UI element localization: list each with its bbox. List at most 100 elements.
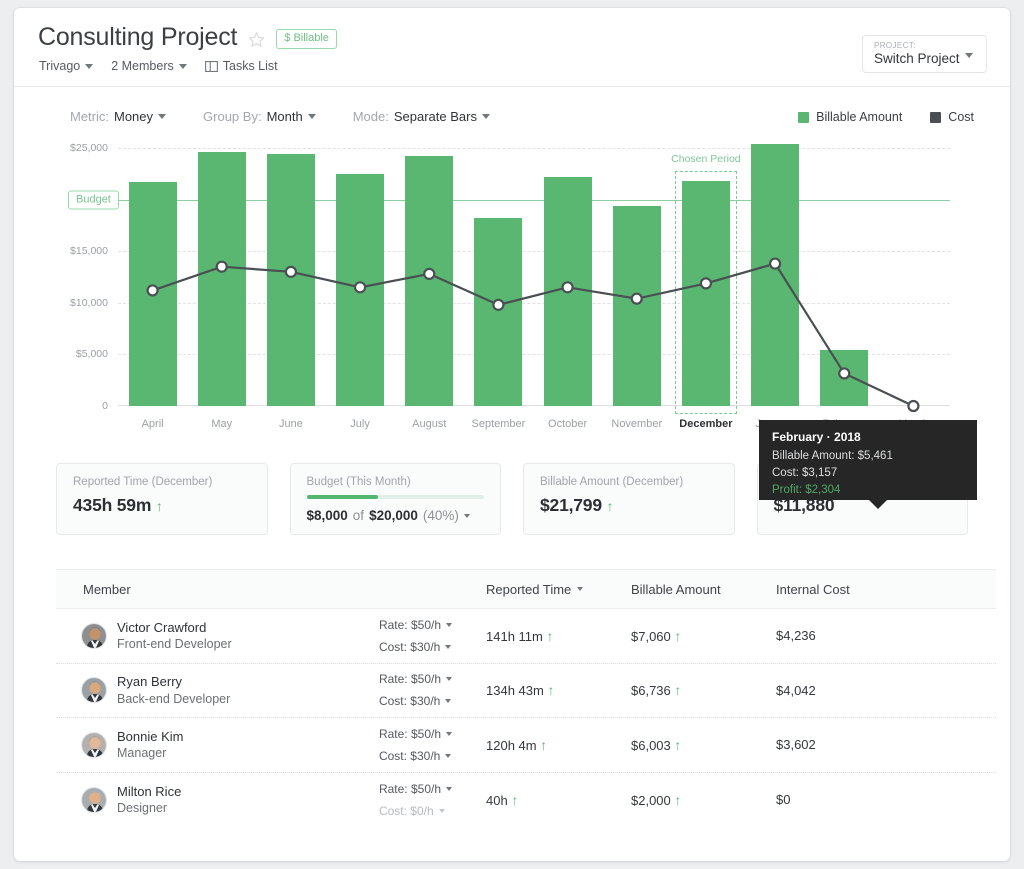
client-label: Trivago: [39, 59, 81, 73]
switch-project-button[interactable]: PROJECT: Switch Project: [862, 35, 987, 73]
cost-line-point[interactable]: [353, 281, 367, 294]
avatar[interactable]: [81, 731, 107, 758]
client-dropdown[interactable]: Trivago: [39, 59, 94, 73]
mode-dropdown[interactable]: Mode: Separate Bars: [353, 109, 490, 124]
cost-line-point[interactable]: [699, 277, 713, 290]
trend-up-icon: ↑: [155, 498, 163, 514]
avatar[interactable]: [81, 677, 107, 704]
kpi-label: Billable Amount (December): [540, 476, 684, 488]
members-dropdown[interactable]: 2 Members: [111, 59, 187, 73]
cell-billable-amount-value: $7,060: [631, 628, 671, 644]
table-body: Victor Crawford Front-end Developer Rate: …: [56, 609, 996, 827]
chart-controls: Metric: Money Group By: Month Mode: Sepa…: [70, 109, 490, 124]
tooltip-profit: Profit: $2,304: [772, 484, 841, 496]
cell-reported-time-value: 40h: [486, 792, 508, 808]
cell-reported-time: 134h 43m ↑: [486, 682, 631, 698]
y-axis-tick-label: $5,000: [75, 348, 108, 361]
cost-line-point[interactable]: [215, 260, 228, 273]
cost-line-point[interactable]: [423, 267, 436, 281]
member-identity: Victor Crawford Front-end Developer: [117, 619, 232, 653]
cost-line-point[interactable]: [284, 265, 298, 278]
chart-plot[interactable]: 0 $5,000 $10,000 $15,000 $25,000 Budget April M…: [68, 142, 950, 430]
rate-dropdown[interactable]: Rate: $50/h: [379, 668, 452, 690]
table-row[interactable]: Milton Rice Designer Rate: $50/h Cost: $0/h…: [56, 773, 996, 828]
column-header-internal-cost[interactable]: Internal Cost: [776, 582, 956, 597]
legend-item-cost[interactable]: Cost: [930, 110, 974, 124]
cost-line-point[interactable]: [492, 298, 505, 311]
x-axis-tick-label[interactable]: August: [412, 418, 446, 430]
kpi-value-text: $21,799: [540, 495, 602, 515]
cell-billable-amount: $6,003 ↑: [631, 737, 776, 753]
trend-up-icon: ↑: [540, 736, 548, 753]
billable-badge: $ Billable: [276, 29, 337, 49]
x-axis-tick-label[interactable]: December: [679, 418, 732, 430]
project-meta-row: Trivago 2 Members Tasks List: [39, 59, 278, 73]
rate-dropdown[interactable]: Rate: $50/h: [379, 723, 452, 745]
table-row[interactable]: Bonnie Kim Manager Rate: $50/h Cost: $30/h 1…: [56, 718, 996, 773]
kpi-value-text: 435h 59m: [73, 495, 152, 515]
cell-billable-amount-value: $2,000: [631, 792, 671, 808]
rate-label: Rate: $50/h: [378, 672, 441, 687]
x-axis-tick-label[interactable]: July: [350, 418, 370, 430]
cell-internal-cost-value: $4,236: [776, 628, 816, 644]
tasks-list-link[interactable]: Tasks List: [204, 59, 278, 73]
budget-total: $20,000: [369, 508, 418, 523]
rate-dropdown[interactable]: Rate: $50/h: [379, 778, 452, 800]
table-row[interactable]: Victor Crawford Front-end Developer Rate: …: [56, 609, 996, 664]
cost-rate-label: Cost: $30/h: [378, 639, 441, 654]
cell-billable-amount: $2,000 ↑: [631, 792, 776, 808]
cell-reported-time: 40h ↑: [486, 792, 631, 808]
member-role: Back-end Developer: [117, 691, 231, 706]
cost-line-point[interactable]: [146, 284, 159, 297]
cell-internal-cost: $3,602: [776, 737, 956, 752]
x-axis-tick-label[interactable]: June: [279, 418, 303, 430]
x-axis-tick-label[interactable]: September: [472, 418, 526, 430]
y-axis-tick-label: $25,000: [70, 142, 108, 154]
member-role: Manager: [117, 746, 167, 761]
app-root: Consulting Project $ Billable Trivago 2 …: [0, 0, 1024, 869]
member-name[interactable]: Bonnie Kim: [117, 728, 183, 746]
x-axis-tick-label[interactable]: May: [211, 418, 232, 430]
avatar[interactable]: [81, 622, 107, 649]
tooltip-billable: Billable Amount: $5,461: [772, 450, 893, 462]
group-by-dropdown[interactable]: Group By: Month: [203, 109, 316, 124]
chart-toolbar: Metric: Money Group By: Month Mode: Sepa…: [14, 103, 1010, 141]
cost-line-point[interactable]: [630, 292, 643, 305]
avatar[interactable]: [81, 786, 107, 813]
member-name[interactable]: Ryan Berry: [117, 673, 230, 691]
cost-rate-dropdown[interactable]: Cost: $30/h: [379, 636, 452, 658]
chart-tooltip: February · 2018 Billable Amount: $5,461 …: [759, 420, 977, 509]
cost-line-point[interactable]: [768, 257, 782, 270]
legend-item-billable[interactable]: Billable Amount: [798, 110, 902, 124]
member-cell: Bonnie Kim Manager Rate: $50/h Cost: $30/h: [56, 723, 486, 767]
column-header-billable-amount[interactable]: Billable Amount: [631, 582, 776, 597]
member-name[interactable]: Milton Rice: [117, 783, 181, 801]
metric-dropdown[interactable]: Metric: Money: [70, 109, 167, 124]
kpi-label: Budget (This Month): [306, 476, 411, 488]
x-axis-tick-label[interactable]: April: [142, 418, 164, 430]
rate-dropdown[interactable]: Rate: $50/h: [379, 614, 452, 636]
cost-rate-dropdown[interactable]: Cost: $0/h: [379, 800, 452, 822]
star-outline-icon[interactable]: [248, 28, 265, 48]
kpi-label: Reported Time (December): [73, 476, 213, 488]
tooltip-cost: Cost: $3,157: [772, 467, 838, 479]
cost-line-point[interactable]: [838, 367, 851, 380]
tasks-list-label: Tasks List: [222, 59, 278, 73]
member-name[interactable]: Victor Crawford: [117, 619, 232, 637]
table-row[interactable]: Ryan Berry Back-end Developer Rate: $50/h C…: [56, 664, 996, 718]
column-header-reported-time-label: Reported Time: [486, 581, 572, 597]
cost-rate-dropdown[interactable]: Cost: $30/h: [379, 690, 452, 712]
cost-line-point[interactable]: [561, 281, 574, 294]
cost-rate-dropdown[interactable]: Cost: $30/h: [379, 745, 452, 767]
budget-value-dropdown[interactable]: $8,000 of $20,000 (40%): [307, 508, 485, 523]
cell-reported-time-value: 134h 43m: [486, 683, 544, 699]
x-axis-tick-label[interactable]: November: [611, 418, 662, 430]
cost-rate-label: Cost: $30/h: [378, 748, 441, 763]
column-header-member[interactable]: Member: [56, 582, 486, 597]
kpi-card: Billable Amount (December) $21,799 ↑: [523, 463, 735, 535]
cost-line-point[interactable]: [907, 399, 920, 413]
cell-reported-time: 120h 4m ↑: [486, 737, 631, 753]
cell-internal-cost-value: $0: [776, 792, 791, 808]
column-header-reported-time[interactable]: Reported Time: [486, 582, 631, 597]
x-axis-tick-label[interactable]: October: [548, 418, 587, 430]
